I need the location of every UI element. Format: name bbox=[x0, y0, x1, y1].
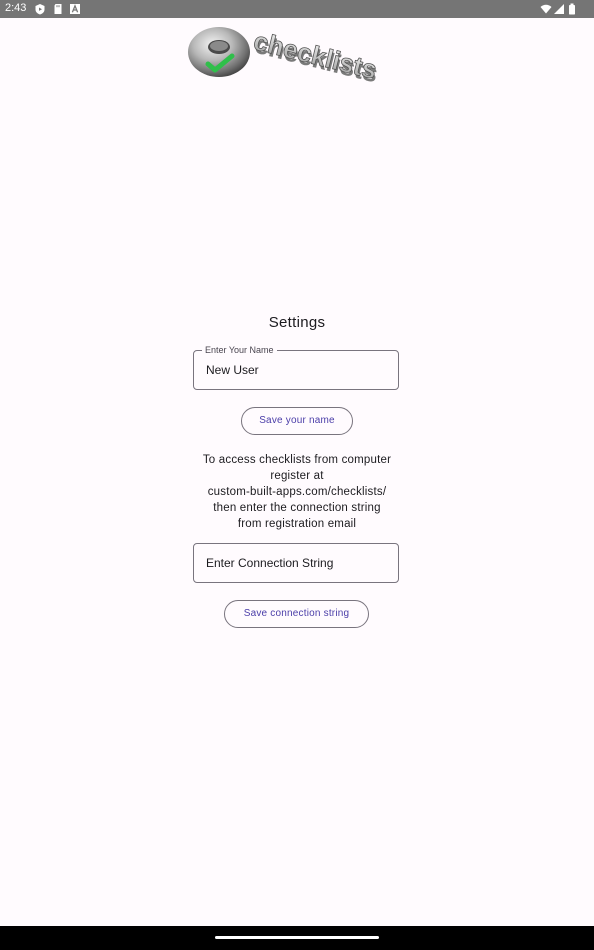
instruction-line: To access checklists from computer bbox=[202, 454, 392, 466]
logo-wordmark: checklists bbox=[251, 25, 380, 85]
save-connection-button[interactable]: Save connection string bbox=[224, 600, 369, 628]
save-name-button[interactable]: Save your name bbox=[241, 407, 353, 435]
text-a-icon bbox=[70, 4, 80, 14]
signal-icon bbox=[554, 4, 564, 14]
instruction-line: from registration email bbox=[237, 518, 357, 530]
name-input[interactable] bbox=[194, 351, 398, 389]
status-time: 2:43 bbox=[5, 2, 27, 14]
connection-instructions: To access checklists from computer regis… bbox=[180, 452, 414, 532]
home-gesture-handle[interactable] bbox=[215, 936, 379, 939]
instruction-line: then enter the connection string bbox=[213, 502, 381, 514]
name-field[interactable]: Enter Your Name bbox=[193, 345, 399, 390]
connection-string-input[interactable] bbox=[194, 544, 398, 582]
status-bar: 2:43 bbox=[0, 0, 594, 18]
battery-icon bbox=[569, 3, 575, 15]
wifi-icon bbox=[540, 4, 552, 14]
sd-card-icon bbox=[54, 4, 62, 14]
instruction-line: custom-built-apps.com/checklists/ bbox=[207, 486, 387, 498]
app-logo: checklists checklists bbox=[188, 25, 381, 86]
connection-string-field[interactable] bbox=[193, 543, 399, 583]
navigation-bar bbox=[0, 926, 594, 950]
settings-screen: 2:43 checklists checklists Settings Ente… bbox=[0, 0, 594, 950]
instruction-line: register at bbox=[270, 470, 324, 482]
play-protect-icon bbox=[35, 4, 45, 15]
page-title: Settings bbox=[268, 314, 326, 331]
